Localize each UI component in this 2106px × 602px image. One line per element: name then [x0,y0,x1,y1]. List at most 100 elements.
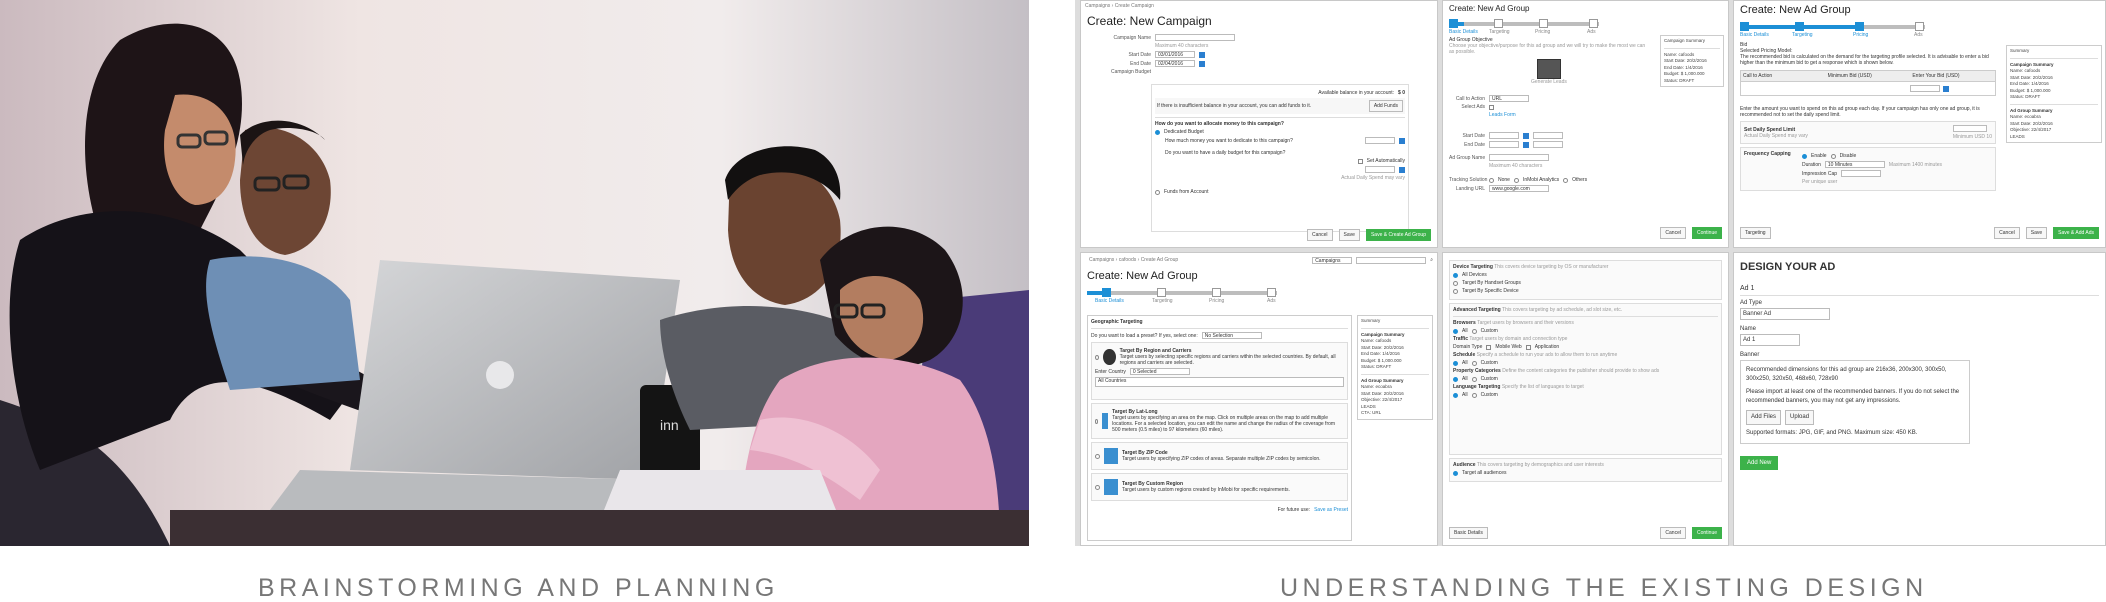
property-custom-radio[interactable] [1471,376,1477,382]
targeting-button[interactable]: Targeting [1740,227,1771,239]
cancel-button[interactable]: Cancel [1660,527,1686,539]
step-ads[interactable]: Ads [1587,29,1596,35]
browsers-custom-radio[interactable] [1471,328,1477,334]
latlong-radio[interactable] [1095,418,1099,424]
end-date-input[interactable] [1489,141,1519,148]
disable-radio[interactable] [1830,153,1836,159]
zip-option[interactable]: Target By ZIP Code Target users by specif… [1091,442,1348,470]
region-option[interactable]: Target By Region and Carriers Target user… [1091,342,1348,400]
dedicate-amount-input[interactable] [1365,137,1395,144]
region-radio[interactable] [1095,354,1100,360]
ad-group-name-input[interactable] [1489,154,1549,161]
calendar-icon[interactable] [1199,51,1205,58]
call-action-select[interactable]: URL [1489,95,1529,102]
tracking-none-radio[interactable] [1489,177,1494,183]
name-input[interactable]: Ad 1 [1740,334,1800,346]
add-new-button[interactable]: Add New [1740,456,1779,470]
leads-form-link[interactable]: Leads Form [1489,112,1516,118]
mobile-web-checkbox[interactable] [1486,344,1492,350]
calendar-icon[interactable] [1523,132,1529,139]
target-all-label: Target all audiences [1462,470,1507,476]
all-devices-radio[interactable] [1453,272,1458,278]
start-time-input[interactable] [1533,132,1563,139]
schedule-all-radio[interactable] [1453,360,1458,366]
cancel-button[interactable]: Cancel [1306,229,1333,241]
step-pricing[interactable]: Pricing [1209,298,1224,304]
objective-hint: Choose your objective/purpose for this a… [1449,43,1646,55]
bid-input[interactable] [1910,85,1941,92]
save-add-ads-button[interactable]: Save & Add Ads [2053,227,2099,239]
ad-type-select[interactable]: Banner Ad [1740,308,1830,320]
add-funds-button[interactable]: Add Funds [1368,100,1403,112]
save-preset-question: For future use: [1277,507,1311,513]
step-targeting[interactable]: Targeting [1152,298,1173,304]
custom-region-radio[interactable] [1095,484,1100,490]
continue-button[interactable]: Continue [1691,527,1722,539]
step-pricing[interactable]: Pricing [1853,32,1868,38]
call-action-label: Call to Action [1455,95,1485,102]
specific-device-radio[interactable] [1453,288,1458,294]
enable-radio[interactable] [1802,153,1807,159]
start-date-input[interactable]: 03/01/2016 [1155,51,1195,58]
step-basic[interactable]: Basic Details [1095,298,1124,304]
step-pricing[interactable]: Pricing [1535,29,1550,35]
impression-cap-input[interactable] [1841,170,1882,177]
select-ads-checkbox[interactable] [1489,104,1494,110]
end-date-label: End Date [1130,60,1151,67]
step-basic[interactable]: Basic Details [1740,32,1769,38]
search-icon[interactable]: ⌕ [1430,257,1433,263]
save-button[interactable]: Save [2025,227,2048,239]
custom-region-option[interactable]: Target By Custom Region Target users by c… [1091,473,1348,501]
step-targeting[interactable]: Targeting [1792,32,1813,38]
zip-radio[interactable] [1095,453,1100,459]
advanced-section: Advanced Targeting This covers targeting… [1449,303,1722,455]
target-all-radio[interactable] [1453,470,1458,476]
cancel-button[interactable]: Cancel [1660,227,1686,239]
preset-select[interactable]: No Selection [1201,332,1262,339]
start-date-input[interactable] [1489,132,1519,139]
funds-from-account-radio[interactable] [1155,189,1160,195]
property-all-radio[interactable] [1453,376,1458,382]
end-time-input[interactable] [1533,141,1563,148]
step-targeting[interactable]: Targeting [1489,29,1510,35]
country-select[interactable]: 0 Selected [1129,368,1190,375]
latlong-option[interactable]: Target By Lat-Long Target users by specif… [1091,403,1348,439]
end-date-input[interactable]: 02/04/2016 [1155,60,1195,67]
add-files-button[interactable]: Add Files [1746,410,1782,425]
top-bar: Campaigns › cafoods › Create Ad Group Ca… [1081,253,1437,267]
all-countries-field[interactable]: All Countries [1095,377,1344,387]
browsers-all-radio[interactable] [1453,328,1458,334]
calendar-icon[interactable] [1523,141,1529,148]
language-custom-radio[interactable] [1471,392,1477,398]
save-preset-link[interactable]: Save as Preset [1314,507,1348,513]
save-create-adgroup-button[interactable]: Save & Create Ad Group [1365,229,1431,241]
save-button[interactable]: Save [1338,229,1360,241]
step-ads[interactable]: Ads [1267,298,1276,304]
set-auto-checkbox[interactable] [1357,158,1363,164]
basic-details-button[interactable]: Basic Details [1449,527,1488,539]
language-all-radio[interactable] [1453,392,1458,398]
tracking-analytics-radio[interactable] [1513,177,1519,183]
application-checkbox[interactable] [1525,344,1531,350]
search-input[interactable] [1356,256,1427,264]
daily-budget-input[interactable] [1365,166,1395,173]
upload-button[interactable]: Upload [1785,410,1815,425]
campaigns-dropdown[interactable]: Campaigns [1312,256,1353,264]
step-basic[interactable]: Basic Details [1449,29,1478,35]
photo-illustration: inn [0,0,1029,546]
tracking-others-radio[interactable] [1563,177,1569,183]
daily-limit-input[interactable] [1952,125,1987,132]
calendar-icon[interactable] [1199,60,1205,67]
schedule-custom-radio[interactable] [1471,360,1477,366]
cancel-button[interactable]: Cancel [1994,227,2020,239]
step-ads[interactable]: Ads [1914,32,1923,38]
funds-from-account-label: Funds from Account [1164,189,1209,195]
continue-button[interactable]: Continue [1691,227,1722,239]
handset-groups-radio[interactable] [1453,280,1458,286]
recommended-text: Recommended dimensions for this ad group… [1746,367,1947,382]
landing-url-input[interactable]: www.google.com [1489,185,1549,192]
campaign-name-input[interactable] [1155,34,1235,41]
generate-leads-icon[interactable] [1537,59,1561,79]
duration-select[interactable]: 10 Minutes [1824,161,1885,168]
dedicated-budget-radio[interactable] [1155,129,1160,135]
